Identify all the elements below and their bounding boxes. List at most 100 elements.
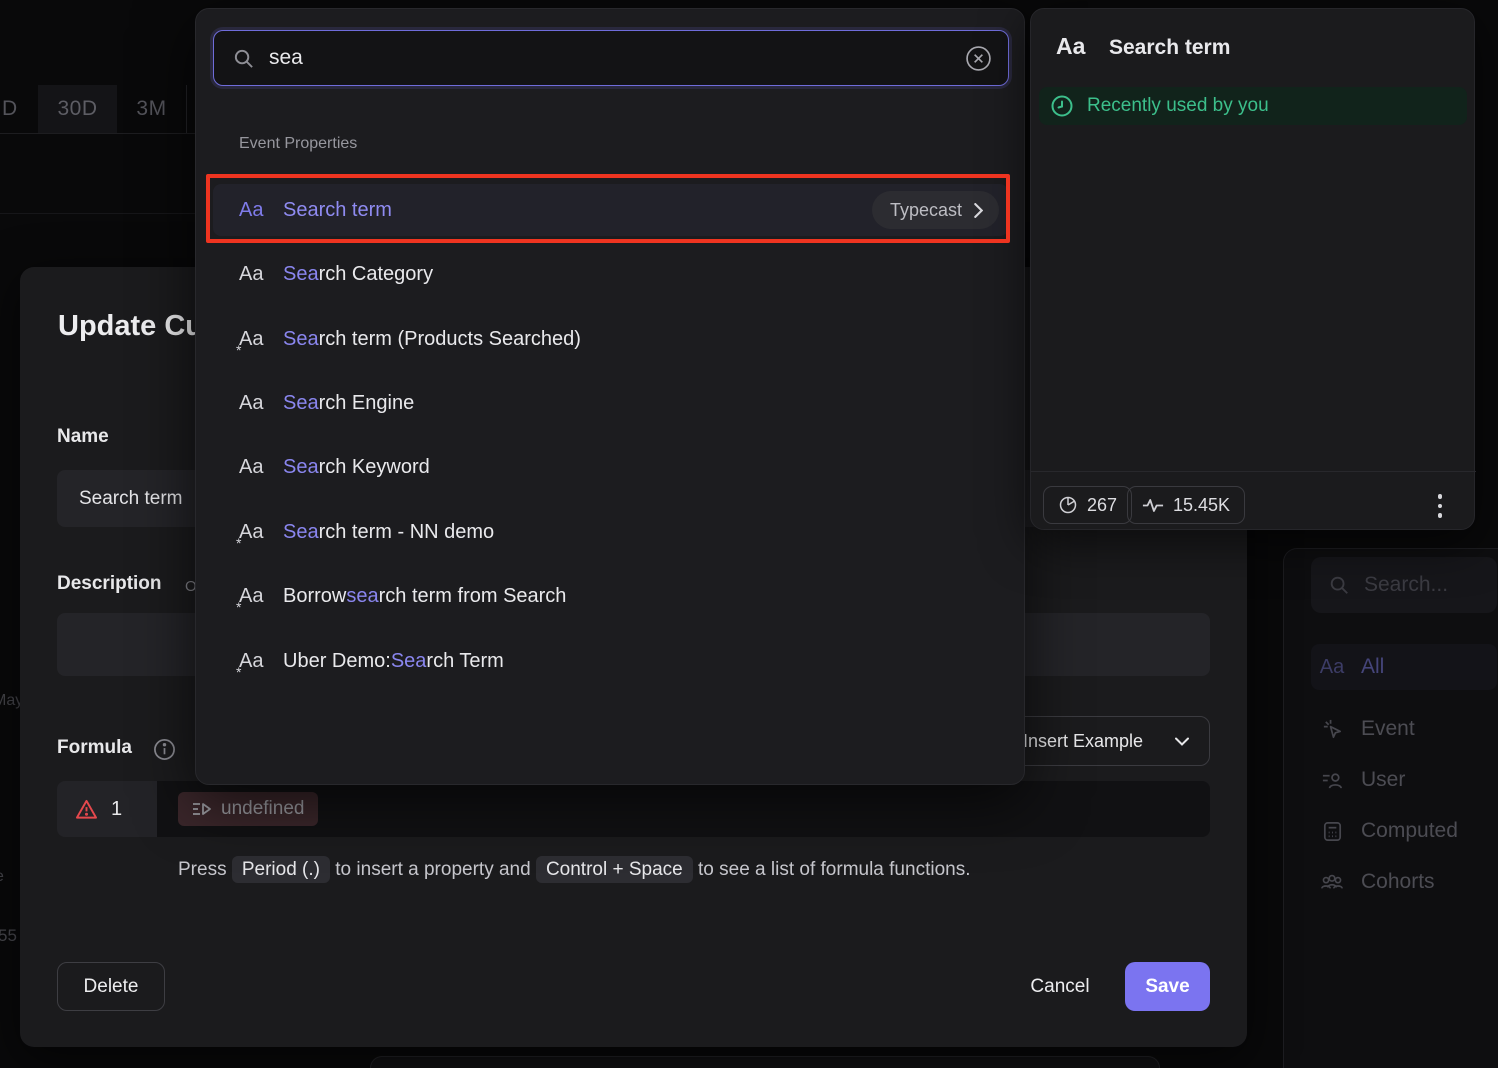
insert-example-label: Insert Example bbox=[1023, 731, 1143, 752]
recently-used-badge: Recently used by you bbox=[1039, 87, 1467, 125]
typecast-button[interactable]: Typecast bbox=[872, 191, 999, 229]
text-type-icon: Aa bbox=[1056, 33, 1085, 60]
kbd-control-space: Control + Space bbox=[536, 856, 693, 883]
more-options-icon[interactable] bbox=[1427, 490, 1453, 522]
hint-text: to insert a property and bbox=[335, 859, 530, 880]
property-result-search-keyword[interactable]: Aa Search Keyword bbox=[213, 441, 1008, 493]
modal-title: Update Cu bbox=[58, 310, 203, 343]
property-result-uber-demo-search-term[interactable]: Aa* Uber Demo: Search Term bbox=[213, 635, 1008, 687]
result-text-match: Sea bbox=[283, 521, 319, 544]
text-type-icon: Aa bbox=[239, 392, 283, 415]
result-text: rch term (Products Searched) bbox=[319, 328, 581, 351]
text-type-custom-icon: Aa* bbox=[239, 650, 283, 673]
divider bbox=[0, 213, 196, 214]
sidebar-item-all[interactable]: Aa All bbox=[1311, 644, 1497, 690]
result-text-match: Sea bbox=[391, 650, 427, 673]
time-range-button-3m[interactable]: 3M bbox=[117, 85, 186, 133]
chevron-down-icon bbox=[1175, 737, 1189, 746]
text-type-custom-icon: Aa* bbox=[239, 585, 283, 608]
name-label: Name bbox=[57, 426, 109, 448]
app-root: D 30D 3M May e 55 Search... Aa All Event bbox=[0, 0, 1498, 1068]
time-range-button-partial[interactable]: D bbox=[0, 85, 36, 133]
text-type-custom-icon: Aa* bbox=[239, 328, 283, 351]
info-icon[interactable] bbox=[153, 738, 176, 766]
unique-values-stat[interactable]: 267 bbox=[1043, 486, 1132, 524]
result-text-match: Sea bbox=[283, 328, 319, 351]
property-result-search-engine[interactable]: Aa Search Engine bbox=[213, 377, 1008, 429]
user-icon bbox=[1319, 769, 1345, 792]
save-button[interactable]: Save bbox=[1125, 962, 1210, 1011]
sidebar-item-label: Computed bbox=[1361, 819, 1458, 843]
activity-icon bbox=[1142, 498, 1164, 513]
chip-label: undefined bbox=[221, 798, 304, 820]
sidebar-item-cohorts[interactable]: Cohorts bbox=[1311, 860, 1497, 904]
property-details-title: Search term bbox=[1109, 36, 1230, 60]
clear-search-icon[interactable] bbox=[965, 45, 992, 72]
name-value: Search term bbox=[79, 488, 182, 510]
formula-error-count[interactable]: 1 bbox=[57, 781, 157, 837]
result-text: rch Term bbox=[426, 650, 503, 673]
sidebar-item-user[interactable]: User bbox=[1311, 758, 1497, 802]
property-details-panel: Aa Search term Recently used by you 267 … bbox=[1030, 8, 1475, 530]
pie-chart-icon bbox=[1058, 495, 1078, 515]
custom-property-marker: * bbox=[236, 342, 241, 358]
property-search-input[interactable] bbox=[269, 46, 965, 70]
typecast-label: Typecast bbox=[890, 200, 962, 221]
property-result-search-term-nn-demo[interactable]: Aa* Search term - NN demo bbox=[213, 506, 1008, 558]
custom-property-marker: * bbox=[236, 535, 241, 551]
axis-label-55: 55 bbox=[0, 926, 17, 946]
search-icon bbox=[232, 47, 255, 70]
property-search-dropdown: Event Properties Aa Search term Typecast… bbox=[195, 8, 1025, 785]
custom-property-marker: * bbox=[236, 599, 241, 615]
chevron-right-icon bbox=[974, 203, 983, 218]
result-text: rch term from Search bbox=[379, 585, 567, 608]
undefined-property-chip[interactable]: undefined bbox=[178, 792, 318, 826]
divider bbox=[186, 85, 187, 133]
text-type-icon: Aa bbox=[239, 263, 283, 286]
sidebar-item-label: User bbox=[1361, 768, 1405, 792]
sidebar-item-computed[interactable]: Computed bbox=[1311, 809, 1497, 853]
cohorts-icon bbox=[1319, 871, 1345, 893]
axis-label-e: e bbox=[0, 868, 4, 886]
result-text: rch term - NN demo bbox=[319, 521, 495, 544]
search-icon bbox=[1328, 574, 1350, 596]
clock-icon bbox=[1050, 94, 1074, 118]
insert-example-button[interactable]: Insert Example bbox=[1000, 716, 1210, 766]
result-text: Uber Demo: bbox=[283, 650, 391, 673]
cancel-button[interactable]: Cancel bbox=[1020, 962, 1100, 1011]
sidebar-item-event[interactable]: Event bbox=[1311, 707, 1497, 751]
custom-property-marker: * bbox=[236, 664, 241, 680]
result-text: rch term bbox=[319, 199, 392, 222]
total-count-value: 15.45K bbox=[1173, 495, 1230, 516]
property-search-box[interactable] bbox=[213, 30, 1009, 86]
property-result-borrow-search-term[interactable]: Aa* Borrow search term from Search bbox=[213, 570, 1008, 622]
delete-button[interactable]: Delete bbox=[57, 962, 165, 1011]
divider bbox=[0, 133, 196, 134]
unique-values-count: 267 bbox=[1087, 495, 1117, 516]
formula-hint: Press Period (.) to insert a property an… bbox=[178, 855, 970, 885]
error-count-value: 1 bbox=[111, 798, 122, 821]
total-count-stat[interactable]: 15.45K bbox=[1127, 486, 1245, 524]
background-panel-edge bbox=[370, 1056, 1160, 1068]
formula-label: Formula bbox=[57, 737, 132, 759]
result-text: Borrow bbox=[283, 585, 346, 608]
event-icon bbox=[1319, 718, 1345, 741]
result-text-match: sea bbox=[346, 585, 378, 608]
text-type-icon: Aa bbox=[239, 199, 283, 222]
property-result-search-category[interactable]: Aa Search Category bbox=[213, 248, 1008, 300]
property-type-sidebar: Search... Aa All Event User bbox=[1283, 548, 1498, 1068]
time-range-button-30d[interactable]: 30D bbox=[38, 85, 117, 133]
kbd-period: Period (.) bbox=[232, 856, 330, 883]
text-type-icon: Aa bbox=[1319, 656, 1345, 679]
property-result-search-term-products-searched[interactable]: Aa* Search term (Products Searched) bbox=[213, 313, 1008, 365]
property-result-search-term[interactable]: Aa Search term Typecast bbox=[213, 184, 1008, 236]
sidebar-search-input[interactable]: Search... bbox=[1311, 557, 1497, 613]
hint-text: Press bbox=[178, 859, 227, 880]
description-label: Description bbox=[57, 573, 162, 595]
text-type-custom-icon: Aa* bbox=[239, 521, 283, 544]
sidebar-search-placeholder: Search... bbox=[1364, 573, 1448, 597]
hint-text: to see a list of formula functions. bbox=[698, 859, 970, 880]
warning-icon bbox=[75, 799, 98, 820]
formula-editor[interactable]: undefined bbox=[157, 781, 1210, 837]
result-text: rch Engine bbox=[319, 392, 415, 415]
